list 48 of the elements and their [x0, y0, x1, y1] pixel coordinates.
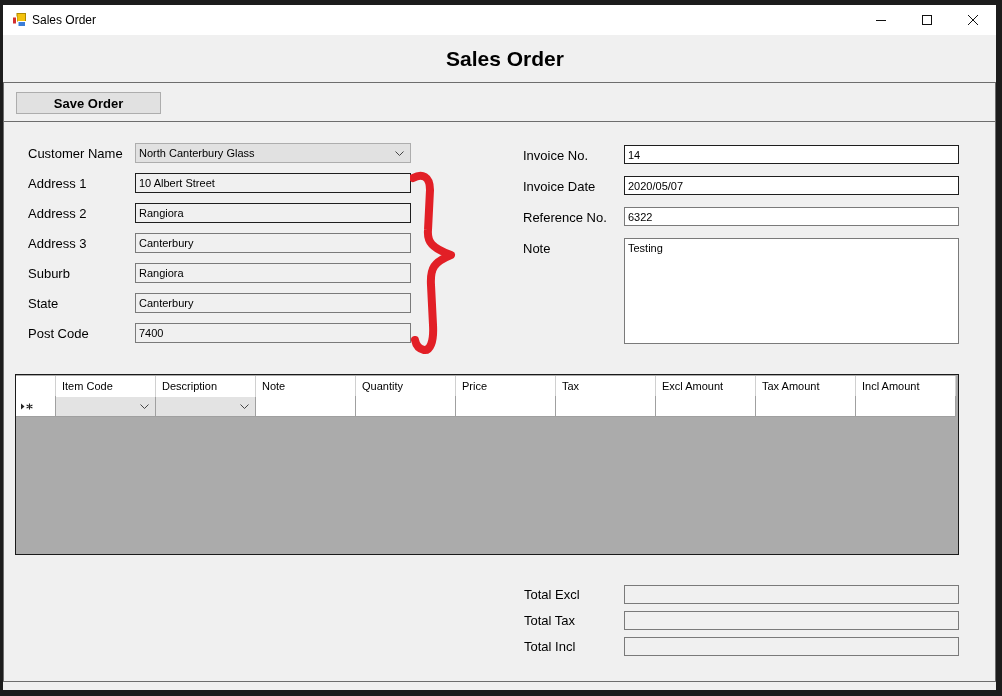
field-label: Address 2	[28, 205, 88, 221]
field-label: Invoice No.	[523, 147, 590, 163]
close-icon	[968, 15, 978, 25]
field-label: Total Incl	[524, 639, 577, 654]
maximize-icon	[922, 15, 932, 25]
field-label: Suburb	[28, 265, 71, 281]
field-label: Total Excl	[524, 587, 581, 602]
text-field[interactable]: 10 Albert Street	[135, 173, 411, 193]
text-field[interactable]: Canterbury	[135, 233, 411, 253]
field-label: Total Tax	[524, 613, 577, 628]
dropdown-cell[interactable]	[156, 396, 256, 417]
table-cell[interactable]	[556, 396, 656, 417]
field-label: Customer Name	[28, 145, 124, 161]
field-label: Invoice Date	[523, 178, 597, 194]
field-label: Post Code	[28, 325, 90, 341]
text-field[interactable]: 2020/05/07	[624, 176, 959, 195]
field-label: Reference No.	[523, 209, 608, 225]
chevron-down-icon	[395, 150, 404, 156]
window-title: Sales Order	[32, 13, 97, 27]
field-label: Address 1	[28, 175, 88, 191]
app-icon	[12, 13, 26, 27]
text-field[interactable]: Rangiora	[135, 203, 411, 223]
field-label: State	[28, 295, 60, 311]
text-field[interactable]: 6322	[624, 207, 959, 226]
text-field[interactable]: Rangiora	[135, 263, 411, 283]
dropdown-cell[interactable]	[56, 396, 156, 417]
row-header[interactable]	[16, 396, 56, 417]
save-button[interactable]: Save Order	[16, 92, 161, 114]
text-field[interactable]	[624, 611, 959, 630]
field-label: Note	[523, 240, 552, 256]
table-cell[interactable]	[756, 396, 856, 417]
minimize-icon	[876, 19, 886, 21]
table-cell[interactable]	[356, 396, 456, 417]
text-field[interactable]: 7400	[135, 323, 411, 343]
form-title: Sales Order	[446, 46, 564, 71]
text-field[interactable]	[624, 637, 959, 656]
dropdown-field[interactable]: North Canterbury Glass	[135, 143, 411, 163]
table-cell[interactable]	[856, 396, 956, 417]
table-cell[interactable]	[656, 396, 756, 417]
chevron-down-icon	[240, 404, 249, 409]
text-area[interactable]: Testing	[624, 238, 959, 344]
table-cell[interactable]	[256, 396, 356, 417]
table-cell[interactable]	[456, 396, 556, 417]
chevron-down-icon	[140, 404, 149, 409]
text-field[interactable]: 14	[624, 145, 959, 164]
text-field[interactable]	[624, 585, 959, 604]
field-label: Address 3	[28, 235, 88, 251]
text-field[interactable]: Canterbury	[135, 293, 411, 313]
